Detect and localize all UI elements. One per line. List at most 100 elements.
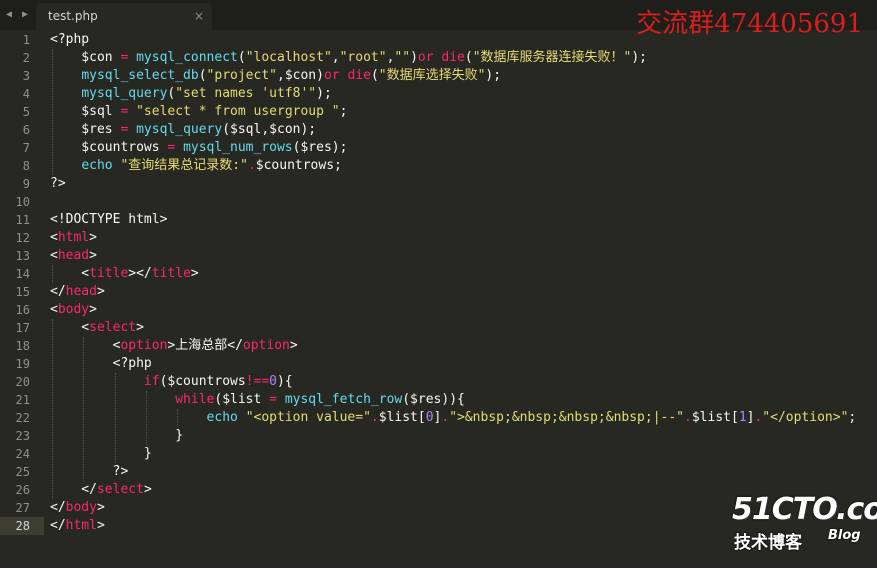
code-token: ); bbox=[485, 68, 502, 83]
code-token: if bbox=[143, 374, 160, 389]
code-token: mysql_select_db bbox=[81, 68, 199, 83]
code-token: ( bbox=[370, 68, 379, 83]
code-token: "localhost" bbox=[245, 50, 332, 65]
code-token: ">&nbsp;&nbsp;&nbsp;&nbsp;|--" bbox=[449, 410, 685, 425]
code-token: < bbox=[50, 266, 90, 281]
line-number: 26 bbox=[15, 483, 30, 497]
code-token: die bbox=[347, 68, 371, 83]
code-token: < bbox=[50, 338, 121, 353]
close-icon[interactable]: × bbox=[194, 9, 204, 23]
code-token: ?> bbox=[50, 464, 129, 479]
code-token: ( bbox=[198, 68, 207, 83]
code-token: </ bbox=[50, 500, 66, 515]
logo-sub-text: 技术博客 bbox=[734, 533, 802, 553]
code-token: mysql_query bbox=[136, 122, 223, 137]
line-number: 24 bbox=[15, 447, 30, 461]
code-token: ( bbox=[464, 50, 473, 65]
line-number: 6 bbox=[22, 123, 30, 137]
code-token: "root" bbox=[339, 50, 387, 65]
code-line: <head> bbox=[50, 247, 97, 265]
code-token: or bbox=[417, 50, 434, 65]
line-number: 19 bbox=[15, 357, 30, 371]
site-logo: 51CTO.com 技术博客 Blog bbox=[732, 492, 877, 556]
code-token: head bbox=[65, 284, 97, 299]
code-line: </html> bbox=[50, 517, 105, 535]
code-line: <html> bbox=[50, 229, 97, 247]
code-token: select bbox=[89, 320, 137, 335]
code-line: $sql = "select * from usergroup "; bbox=[50, 103, 347, 121]
code-token: <?php bbox=[50, 356, 152, 371]
code-line: $res = mysql_query($sql,$con); bbox=[50, 121, 316, 139]
line-number: 9 bbox=[22, 177, 30, 191]
code-token: > bbox=[89, 302, 97, 317]
code-token: < bbox=[50, 248, 58, 263]
code-token: "</option>" bbox=[762, 410, 849, 425]
line-number: 11 bbox=[15, 213, 30, 227]
code-token: > bbox=[96, 500, 105, 515]
line-number: 7 bbox=[22, 141, 30, 155]
code-line: $con = mysql_connect("localhost","root",… bbox=[50, 49, 647, 67]
code-token: title bbox=[151, 266, 191, 281]
code-token: title bbox=[89, 266, 129, 281]
code-line: echo "查询结果总记录数:".$countrows; bbox=[50, 157, 342, 175]
code-token: "set names 'utf8'" bbox=[175, 86, 317, 101]
code-token: echo bbox=[81, 158, 113, 173]
line-number: 10 bbox=[15, 195, 30, 209]
line-number: 12 bbox=[15, 231, 30, 245]
line-number: 1 bbox=[22, 33, 30, 47]
code-line: } bbox=[50, 445, 152, 463]
tab-test-php[interactable]: test.php × bbox=[36, 3, 212, 30]
code-token: die bbox=[441, 50, 465, 65]
code-token: ,$con) bbox=[277, 68, 324, 83]
line-number: 13 bbox=[15, 249, 30, 263]
tab-bar: ◀ ▶ test.php × 交流群474405691 bbox=[0, 0, 877, 39]
code-token: > bbox=[96, 284, 105, 299]
code-token: . bbox=[684, 410, 692, 425]
code-area[interactable]: <?php $con = mysql_connect("localhost","… bbox=[50, 30, 877, 568]
line-number: 22 bbox=[15, 411, 30, 425]
line-number: 5 bbox=[22, 105, 30, 119]
code-line: } bbox=[50, 427, 183, 445]
code-token: ) bbox=[410, 50, 418, 65]
code-token: $sql bbox=[50, 104, 121, 119]
code-token: ); bbox=[631, 50, 647, 65]
tab-label: test.php bbox=[48, 9, 98, 23]
code-token: ></ bbox=[128, 266, 152, 281]
code-token: html bbox=[65, 518, 97, 533]
code-token: $res bbox=[50, 122, 121, 137]
code-token: mysql_query bbox=[81, 86, 168, 101]
code-token: > bbox=[96, 518, 105, 533]
code-token: 1 bbox=[738, 410, 747, 425]
code-token: head bbox=[57, 248, 90, 263]
line-number: 2 bbox=[22, 51, 30, 65]
code-token: $con bbox=[50, 50, 121, 65]
line-number: 16 bbox=[15, 303, 30, 317]
line-number: 4 bbox=[22, 87, 30, 101]
code-token: </ bbox=[50, 284, 66, 299]
code-token: option bbox=[242, 338, 290, 353]
code-token: . bbox=[370, 410, 379, 425]
code-editor[interactable]: 1 2 3 4 5 6 7 8 9 10 11 12 13 14 15 16 17 18 19 20 21 22 23 24 2… bbox=[0, 30, 877, 568]
code-token: >上海总部</ bbox=[167, 338, 243, 353]
code-line: </head> bbox=[50, 283, 105, 301]
code-line: mysql_select_db("project",$con)or die("数… bbox=[50, 67, 501, 85]
code-token: > bbox=[289, 338, 298, 353]
code-line: <?php bbox=[50, 31, 89, 49]
code-token: ; bbox=[848, 410, 857, 425]
line-number-gutter: 1 2 3 4 5 6 7 8 9 10 11 12 13 14 15 16 17 18 19 20 21 22 23 24 2… bbox=[0, 30, 44, 568]
code-token: option bbox=[120, 338, 168, 353]
code-token: <!DOCTYPE html> bbox=[50, 212, 168, 227]
code-token: mysql_connect bbox=[136, 50, 238, 65]
code-token: "数据库选择失败" bbox=[378, 68, 486, 83]
code-token: "" bbox=[394, 50, 411, 65]
line-number: 23 bbox=[15, 429, 30, 443]
tab-nav-arrows-icon[interactable]: ◀ ▶ bbox=[6, 9, 30, 20]
code-line: if($countrows!==0){ bbox=[50, 373, 293, 391]
line-number: 20 bbox=[15, 375, 30, 389]
